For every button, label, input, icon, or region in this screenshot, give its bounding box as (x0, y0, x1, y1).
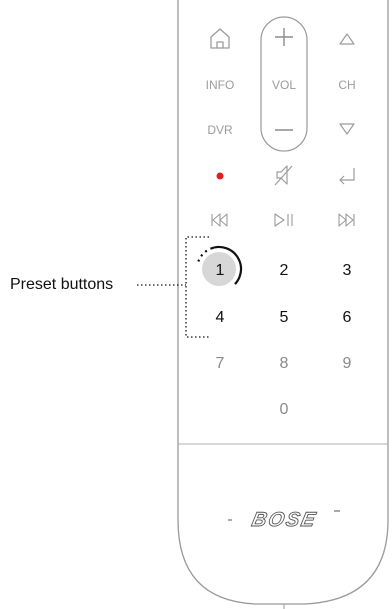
preset-button-2[interactable]: 2 (280, 262, 289, 279)
plus-icon[interactable] (275, 28, 293, 46)
digit-button-0[interactable]: 0 (280, 401, 289, 418)
digit-button-7[interactable]: 7 (216, 355, 225, 372)
digit-button-9[interactable]: 9 (343, 355, 352, 372)
down-triangle-icon[interactable] (339, 123, 355, 135)
up-triangle-icon[interactable] (339, 33, 355, 45)
mute-icon[interactable] (274, 165, 293, 186)
preset-buttons-callout-label: Preset buttons (10, 276, 114, 293)
record-icon[interactable] (216, 172, 224, 180)
preset-button-1[interactable]: 1 (216, 262, 225, 279)
bose-logo: BOSE (228, 509, 340, 531)
return-icon[interactable] (339, 168, 355, 185)
remote-diagram: INFO VOL CH DVR 1 2 3 4 5 6 7 8 9 0 BOSE (137, 0, 389, 609)
preset-button-4[interactable]: 4 (216, 309, 225, 326)
preset-button-5[interactable]: 5 (280, 309, 289, 326)
home-icon[interactable] (210, 28, 230, 49)
preset-button-3[interactable]: 3 (343, 262, 352, 279)
dvr-button[interactable]: DVR (207, 123, 233, 137)
skip-back-icon[interactable] (211, 213, 228, 227)
bose-logo-text: BOSE (250, 509, 319, 531)
skip-forward-icon[interactable] (338, 213, 355, 227)
info-button[interactable]: INFO (206, 78, 235, 92)
preset-button-6[interactable]: 6 (343, 309, 352, 326)
digit-button-8[interactable]: 8 (280, 355, 289, 372)
ch-label: CH (338, 78, 355, 92)
vol-label: VOL (272, 78, 296, 92)
play-pause-icon[interactable] (274, 213, 293, 227)
